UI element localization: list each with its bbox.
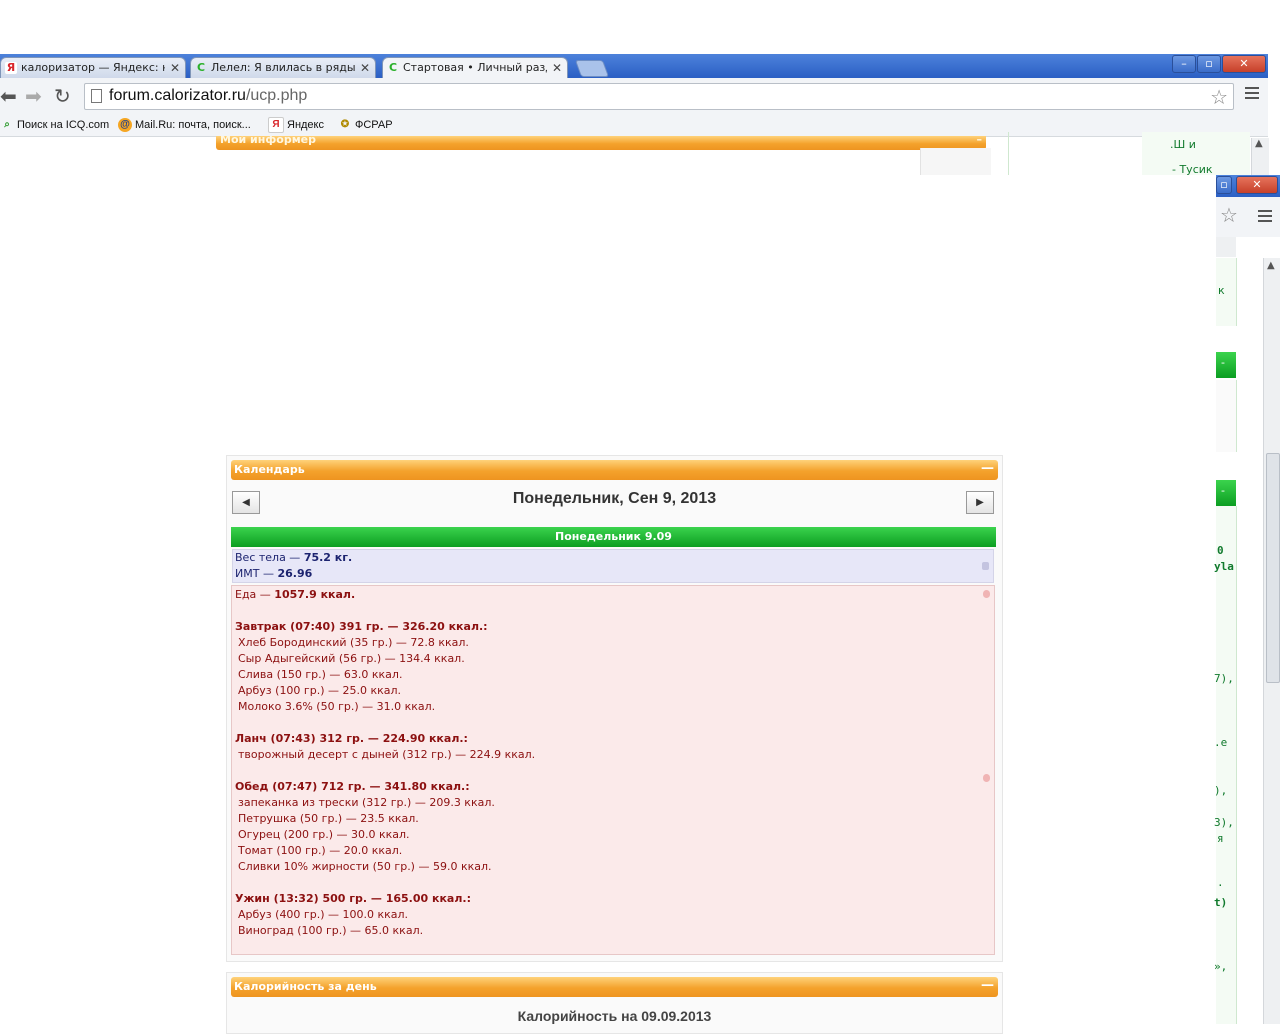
green-header-fragment: - bbox=[1216, 480, 1236, 506]
edit-icon[interactable] bbox=[982, 562, 989, 570]
calorizator-favicon-icon: C bbox=[196, 61, 206, 74]
scrollbar-thumb[interactable] bbox=[1266, 453, 1280, 683]
tab-yandex-search[interactable]: Я калоризатор — Яндекс: на ✕ bbox=[0, 57, 186, 78]
informer-header: Мой информер – bbox=[216, 136, 986, 150]
calories-panel-title: Калорийность за день bbox=[234, 980, 377, 993]
mailru-icon: @ bbox=[118, 118, 132, 133]
day-bar[interactable]: Понедельник 9.09 bbox=[231, 527, 996, 547]
bookmark-icq[interactable]: ⌕ Поиск на ICQ.com bbox=[0, 117, 109, 133]
close-window-button[interactable]: ✕ bbox=[1222, 55, 1266, 73]
food-total-value: 1057.9 ккал. bbox=[274, 588, 356, 601]
right-column-fragment: 0 yla 7), .e ), 3), я . t) », bbox=[1214, 506, 1237, 1024]
right-column-fragment: .Ш и - Тусик bbox=[1142, 132, 1250, 176]
emblem-icon: ✪ bbox=[340, 119, 350, 131]
food-item: Огурец (200 гр.) — 30.0 ккал. bbox=[238, 828, 410, 841]
tab-title: Лелел: Я влилась в ряды bbox=[211, 61, 355, 74]
weight-row: Вес тела — 75.2 кг. bbox=[235, 551, 353, 564]
scroll-up-icon[interactable]: ▲ bbox=[1255, 138, 1263, 149]
calories-panel: Калорийность за день — Калорийность на 0… bbox=[226, 972, 1003, 1034]
yandex-favicon-icon: Я bbox=[5, 61, 17, 74]
food-log: Еда — 1057.9 ккал. Завтрак (07:40) 391 г… bbox=[231, 585, 995, 955]
green-header-fragment: - bbox=[1216, 352, 1236, 378]
collapse-icon[interactable]: — bbox=[981, 460, 994, 478]
restore-button[interactable]: ▫ bbox=[1197, 55, 1221, 73]
meal-lunch-header: Ланч (07:43) 312 гр. — 224.90 ккал.: bbox=[235, 732, 468, 745]
weight-value: 75.2 кг. bbox=[303, 551, 353, 564]
informer-side bbox=[920, 148, 991, 175]
divider bbox=[1008, 132, 1009, 175]
scrollbar[interactable]: ▲ bbox=[1263, 258, 1280, 1024]
food-item: Петрушка (50 гр.) — 23.5 ккал. bbox=[238, 812, 419, 825]
bookmark-star-icon[interactable]: ☆ bbox=[1220, 203, 1238, 227]
edit-icon[interactable] bbox=[983, 590, 990, 598]
edit-icon[interactable] bbox=[983, 774, 990, 782]
calorizator-favicon-icon: C bbox=[388, 61, 398, 74]
bookmark-yandex[interactable]: Я Яндекс bbox=[268, 117, 324, 134]
scroll-up-icon[interactable]: ▲ bbox=[1267, 260, 1275, 271]
tab-strip: Я калоризатор — Яндекс: на ✕ C Лелел: Я … bbox=[0, 54, 1268, 79]
restore-button[interactable]: ▫ bbox=[1216, 176, 1232, 194]
bookmark-mailru[interactable]: @ Mail.Ru: почта, поиск... bbox=[118, 117, 251, 133]
bookmarks-bar: ⌕ Поиск на ICQ.com @ Mail.Ru: почта, поиск… bbox=[0, 116, 1268, 137]
scrollbar[interactable]: ▲ bbox=[1251, 138, 1269, 175]
close-window-button[interactable]: ✕ bbox=[1236, 176, 1278, 194]
calendar-title: Календарь bbox=[234, 463, 305, 476]
minimize-button[interactable]: – bbox=[1172, 55, 1196, 73]
forward-arrow-icon[interactable]: ➡ bbox=[25, 86, 42, 106]
food-item: Сыр Адыгейский (56 гр.) — 134.4 ккал. bbox=[238, 652, 465, 665]
bmi-value: 26.96 bbox=[277, 567, 313, 580]
new-tab-button[interactable] bbox=[574, 60, 610, 77]
food-item: Молоко 3.6% (50 гр.) — 31.0 ккал. bbox=[238, 700, 436, 713]
calendar-header: Календарь — bbox=[231, 460, 998, 480]
calories-header: Калорийность за день — bbox=[231, 977, 998, 997]
informer-title: Мой информер bbox=[220, 136, 317, 146]
close-tab-icon[interactable]: ✕ bbox=[170, 58, 180, 78]
meal-supper-header: Ужин (13:32) 500 гр. — 165.00 ккал.: bbox=[235, 892, 471, 905]
calendar-panel: Календарь — ◀ Понедельник, Сен 9, 2013 ▶… bbox=[226, 455, 1003, 962]
second-window-toolbar: ☆ bbox=[1216, 197, 1280, 237]
tab-ucp-active[interactable]: C Стартовая • Личный разде ✕ bbox=[382, 57, 568, 79]
tab-title: калоризатор — Яндекс: на bbox=[21, 61, 165, 74]
right-column-fragment: к bbox=[1216, 258, 1237, 326]
food-item: запеканка из трески (312 гр.) — 209.3 кк… bbox=[238, 796, 495, 809]
next-day-button[interactable]: ▶ bbox=[966, 491, 994, 514]
collapse-icon[interactable]: — bbox=[981, 977, 994, 995]
yandex-icon: Я bbox=[268, 117, 284, 134]
bookmark-star-icon[interactable]: ☆ bbox=[1210, 85, 1228, 109]
food-item: Слива (150 гр.) — 63.0 ккал. bbox=[238, 668, 403, 681]
second-window-bookmarks bbox=[1216, 237, 1236, 257]
menu-icon[interactable] bbox=[1245, 87, 1259, 101]
search-icon: ⌕ bbox=[4, 119, 10, 131]
address-bar[interactable]: forum.calorizator.ru/ucp.php ☆ bbox=[84, 83, 1234, 110]
close-tab-icon[interactable]: ✕ bbox=[552, 58, 562, 78]
bmi-row: ИМТ — 26.96 bbox=[235, 567, 313, 580]
collapse-icon[interactable]: – bbox=[977, 136, 983, 145]
food-item: Сливки 10% жирности (50 гр.) — 59.0 ккал… bbox=[238, 860, 492, 873]
meal-dinner-header: Обед (07:47) 712 гр. — 341.80 ккал.: bbox=[235, 780, 470, 793]
date-title: Понедельник, Сен 9, 2013 bbox=[512, 490, 717, 507]
body-metrics: Вес тела — 75.2 кг. ИМТ — 26.96 bbox=[232, 549, 994, 583]
calories-title: Калорийность на 09.09.2013 bbox=[517, 1008, 712, 1024]
food-item: Арбуз (100 гр.) — 25.0 ккал. bbox=[238, 684, 402, 697]
right-column-fragment bbox=[1216, 380, 1237, 452]
food-item: Хлеб Бородинский (35 гр.) — 72.8 ккал. bbox=[238, 636, 469, 649]
page-icon bbox=[91, 89, 102, 103]
browser-toolbar: ⬅ ➡ ↻ forum.calorizator.ru/ucp.php ☆ bbox=[0, 78, 1268, 117]
food-total: Еда — 1057.9 ккал. bbox=[235, 588, 356, 601]
bookmark-fsrar[interactable]: ✪ ФСРАР bbox=[338, 117, 393, 133]
food-item: Томат (100 гр.) — 20.0 ккал. bbox=[238, 844, 403, 857]
tab-forum-topic[interactable]: C Лелел: Я влилась в ряды ✕ bbox=[190, 57, 376, 78]
second-window-titlebar: ▫ ✕ bbox=[1216, 175, 1280, 197]
close-tab-icon[interactable]: ✕ bbox=[360, 58, 370, 78]
back-arrow-icon[interactable]: ⬅ bbox=[0, 86, 17, 106]
tab-title: Стартовая • Личный разде bbox=[403, 61, 547, 74]
food-item: творожный десерт с дыней (312 гр.) — 224… bbox=[238, 748, 536, 761]
food-item: Арбуз (400 гр.) — 100.0 ккал. bbox=[238, 908, 409, 921]
menu-icon[interactable] bbox=[1258, 210, 1272, 224]
url-text[interactable]: forum.calorizator.ru/ucp.php bbox=[109, 87, 307, 105]
reload-icon[interactable]: ↻ bbox=[54, 86, 71, 106]
meal-breakfast-header: Завтрак (07:40) 391 гр. — 326.20 ккал.: bbox=[235, 620, 488, 633]
food-item: Виноград (100 гр.) — 65.0 ккал. bbox=[238, 924, 424, 937]
